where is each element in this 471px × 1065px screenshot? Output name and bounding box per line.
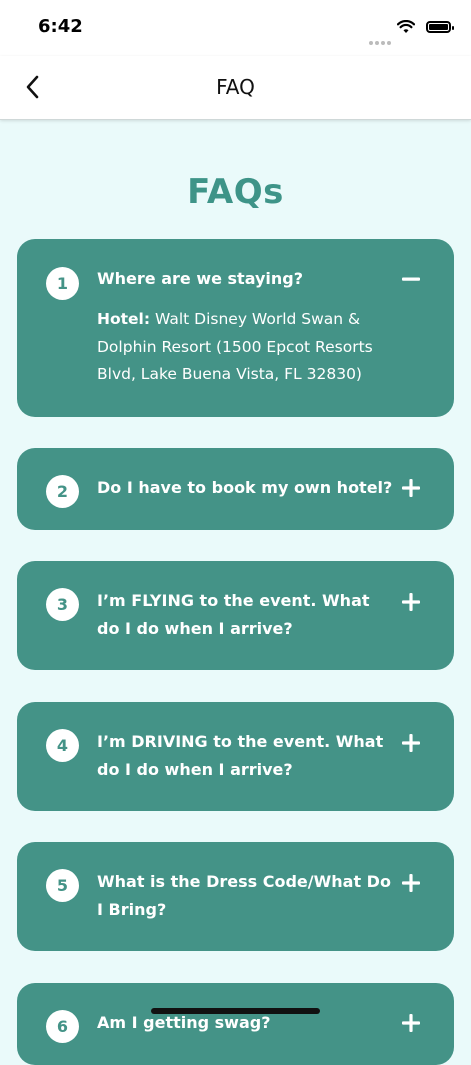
faq-number-badge: 1 xyxy=(46,267,79,300)
faq-item-3[interactable]: 3 I’m FLYING to the event. What do I do … xyxy=(17,561,454,670)
faq-question[interactable]: I’m FLYING to the event. What do I do wh… xyxy=(97,587,397,643)
faq-item-5[interactable]: 5 What is the Dress Code/What Do I Bring… xyxy=(17,842,454,951)
faq-number-badge: 3 xyxy=(46,588,79,621)
battery-icon xyxy=(426,21,454,33)
answer-label: Hotel: xyxy=(97,310,151,328)
faq-answer: Hotel: Walt Disney World Swan & Dolphin … xyxy=(97,306,387,389)
wifi-icon xyxy=(397,20,415,33)
plus-icon[interactable] xyxy=(402,479,420,497)
nav-bar: FAQ xyxy=(0,56,471,120)
faq-item-2[interactable]: 2 Do I have to book my own hotel? xyxy=(17,448,454,530)
status-time: 6:42 xyxy=(38,16,83,37)
plus-icon[interactable] xyxy=(402,1014,420,1032)
faq-number-badge: 2 xyxy=(46,475,79,508)
faq-question[interactable]: What is the Dress Code/What Do I Bring? xyxy=(97,868,397,924)
nav-title: FAQ xyxy=(216,75,255,99)
faq-item-1[interactable]: 1 Where are we staying? Hotel: Walt Disn… xyxy=(17,239,454,417)
status-bar: 6:42 xyxy=(0,0,471,56)
faq-question[interactable]: Do I have to book my own hotel? xyxy=(97,474,397,502)
plus-icon[interactable] xyxy=(402,734,420,752)
faq-question[interactable]: Where are we staying? xyxy=(97,265,397,293)
faq-question[interactable]: I’m DRIVING to the event. What do I do w… xyxy=(97,728,397,784)
signal-icon xyxy=(369,30,393,49)
home-indicator xyxy=(151,1008,320,1014)
minus-icon[interactable] xyxy=(402,270,420,288)
faq-number-badge: 6 xyxy=(46,1010,79,1043)
faq-number-badge: 5 xyxy=(46,869,79,902)
plus-icon[interactable] xyxy=(402,874,420,892)
faq-item-4[interactable]: 4 I’m DRIVING to the event. What do I do… xyxy=(17,702,454,811)
plus-icon[interactable] xyxy=(402,593,420,611)
page-title: FAQs xyxy=(187,172,284,212)
faq-number-badge: 4 xyxy=(46,729,79,762)
faq-item-6[interactable]: 6 Am I getting swag? xyxy=(17,983,454,1065)
